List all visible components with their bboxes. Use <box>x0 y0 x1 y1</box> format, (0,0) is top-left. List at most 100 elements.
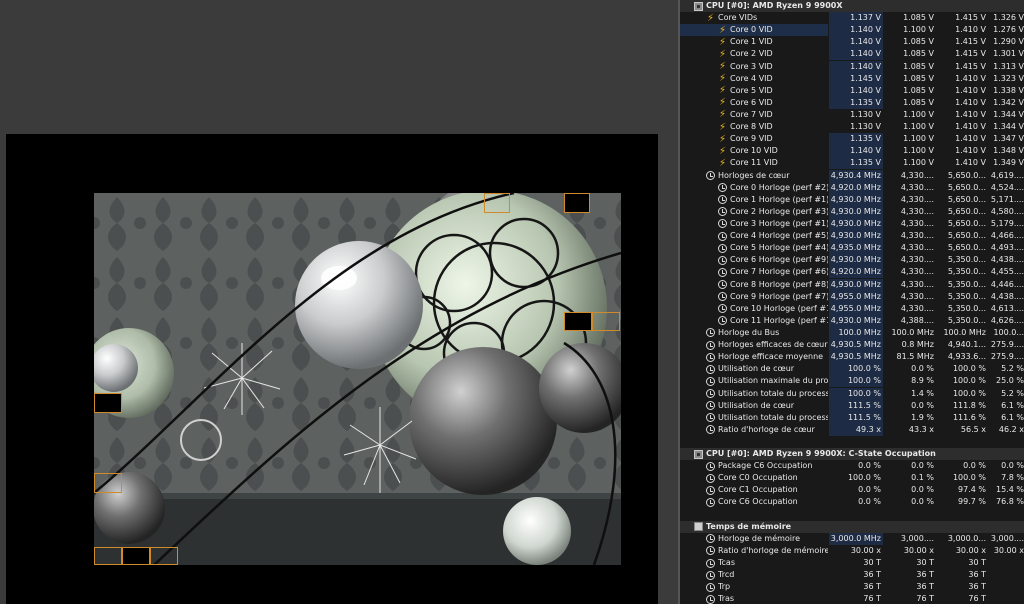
sensor-row[interactable]: ⚡ Core 0 VID 1.140 V 1.100 V 1.410 V 1.276 V <box>680 24 1024 37</box>
maximum-value: 4,933.6... <box>947 352 986 362</box>
sensor-row[interactable]: Horloge efficace moyenne 4,930.5 MHz 81.5 … <box>680 351 1024 364</box>
sensor-row[interactable]: Core 10 Horloge (perf #11)4,955.0 MHz 4,3… <box>680 302 1024 315</box>
sensor-panel[interactable]: CPU [#0]: AMD Ryzen 9 9900X ⚡ Core VIDs 1.1… <box>678 0 1024 604</box>
minimum-value: 0.0 % <box>911 461 934 471</box>
sensor-row[interactable]: Tcas 30 T 30 T 30 T <box>680 557 1024 569</box>
sensor-name: Core 2 VID <box>730 49 773 59</box>
current-value: 1.130 V <box>850 122 881 132</box>
current-value: 4,930.0 MHz <box>829 217 883 230</box>
average-value: 1.344 V <box>993 122 1024 132</box>
average-value: 25.0 % <box>996 376 1024 386</box>
average-value: 1.313 V <box>993 61 1024 71</box>
current-value: 111.5 % <box>829 399 883 412</box>
voltage-bolt-icon: ⚡ <box>718 73 727 85</box>
sensor-spacer <box>680 435 1024 449</box>
sensor-group-header[interactable]: Temps de mémoire <box>680 520 1024 533</box>
maximum-value: 5,650.0... <box>947 231 986 241</box>
maximum-value: 0.0 % <box>963 461 986 471</box>
current-value: 4,920.0 MHz <box>829 266 883 279</box>
sensor-row[interactable]: Horloge du Bus 100.0 MHz 100.0 MHz 100.0 MH… <box>680 326 1024 339</box>
sensor-name: Core 10 VID <box>730 146 778 156</box>
current-value: 1.140 V <box>829 48 883 61</box>
average-value: 7.8 % <box>1001 473 1024 483</box>
sensor-row[interactable]: Core 5 Horloge (perf #4) 4,935.0 MHz 4,330… <box>680 242 1024 255</box>
sensor-row[interactable]: Core 1 Horloge (perf #1) 4,930.0 MHz 4,330… <box>680 193 1024 206</box>
sensor-row[interactable]: ⚡ Core VIDs 1.137 V 1.085 V 1.415 V 1.326 V <box>680 12 1024 25</box>
sensor-row[interactable]: Core 7 Horloge (perf #6) 4,920.0 MHz 4,330… <box>680 266 1024 279</box>
sensor-row[interactable]: Package C6 Occupation 0.0 % 0.0 % 0.0 % 0.0 … <box>680 460 1024 472</box>
sensor-row[interactable]: ⚡ Core 7 VID 1.130 V 1.100 V 1.410 V 1.344 V <box>680 109 1024 121</box>
sensor-row[interactable]: Core 6 Horloge (perf #9) 4,930.0 MHz 4,330… <box>680 254 1024 267</box>
sensor-row[interactable]: Utilisation de cœur 100.0 % 0.0 % 100.0 % 5.… <box>680 363 1024 376</box>
sensor-row[interactable]: Ratio d'horloge de mémoire 30.00 x 30.00 x… <box>680 545 1024 557</box>
sensor-row[interactable]: ⚡ Core 3 VID 1.140 V 1.085 V 1.415 V 1.313 V <box>680 60 1024 73</box>
current-value: 100.0 % <box>829 375 883 388</box>
sensor-group-header[interactable]: CPU [#0]: AMD Ryzen 9 9900X <box>680 0 1024 13</box>
sensor-row[interactable]: Utilisation maximale du process...100.0 … <box>680 375 1024 388</box>
sensor-row[interactable]: Horloge de mémoire 3,000.0 MHz 3,000.... 3,… <box>680 532 1024 545</box>
minimum-value: 4,330.... <box>900 231 934 241</box>
minimum-value: 30 T <box>916 558 934 568</box>
sensor-name: Core 10 Horloge (perf #11) <box>730 303 828 313</box>
sensor-name: Core 4 Horloge (perf #5) <box>730 231 828 241</box>
clock-icon <box>706 340 715 350</box>
sensor-row[interactable]: Ratio d'horloge de cœur 49.3 x 43.3 x 56.5 … <box>680 423 1024 436</box>
sensor-row[interactable]: Horloges efficaces de cœur 4,930.5 MHz 0.8… <box>680 339 1024 352</box>
sensor-name: Core VIDs <box>718 13 758 23</box>
render-bucket-tile <box>94 393 122 413</box>
minimum-value: 1.100 V <box>903 25 934 35</box>
sensor-row[interactable]: Tras 76 T 76 T 76 T <box>680 593 1024 604</box>
sensor-name: Utilisation totale du processeur <box>718 412 828 422</box>
voltage-bolt-icon: ⚡ <box>718 48 727 60</box>
minimum-value: 0.0 % <box>911 485 934 495</box>
sensor-row[interactable]: Core 2 Horloge (perf #3) 4,930.0 MHz 4,330… <box>680 205 1024 218</box>
sensor-row[interactable]: ⚡ Core 4 VID 1.145 V 1.085 V 1.410 V 1.323 V <box>680 72 1024 85</box>
sensor-name: Core 6 Horloge (perf #9) <box>730 255 828 265</box>
average-value <box>990 557 1024 569</box>
sensor-row[interactable]: ⚡ Core 9 VID 1.135 V 1.100 V 1.410 V 1.347 V <box>680 133 1024 146</box>
sensor-row[interactable]: ⚡ Core 2 VID 1.140 V 1.085 V 1.415 V 1.301 V <box>680 48 1024 61</box>
sensor-row[interactable]: Core 0 Horloge (perf #2) 4,920.0 MHz 4,330… <box>680 181 1024 194</box>
current-value: 100.0 % <box>829 363 883 376</box>
sensor-row[interactable]: Core C0 Occupation 100.0 % 0.1 % 100.0 % 7.8… <box>680 472 1024 484</box>
sensor-row[interactable]: Trcd 36 T 36 T 36 T <box>680 569 1024 581</box>
sensor-row[interactable]: Core 8 Horloge (perf #8) 4,930.0 MHz 4,330… <box>680 278 1024 291</box>
render-bucket-tile <box>94 547 122 565</box>
clock-icon <box>718 231 727 241</box>
minimum-value: 1.085 V <box>903 73 934 83</box>
average-value <box>990 569 1024 581</box>
average-value: 1.323 V <box>993 73 1024 83</box>
sensor-group-header[interactable]: CPU [#0]: AMD Ryzen 9 9900X: C-State Occ… <box>680 448 1024 461</box>
sensor-row[interactable]: Utilisation de cœur 111.5 % 0.0 % 111.8 % 6.… <box>680 399 1024 412</box>
average-value: 275.9.... <box>990 352 1024 362</box>
current-value: 4,930.0 MHz <box>829 254 883 267</box>
clock-icon <box>718 255 727 265</box>
sensor-name: Core 11 Horloge (perf #10) <box>730 315 828 325</box>
sensor-group-title: CPU [#0]: AMD Ryzen 9 9900X: C-State Occ… <box>706 449 936 459</box>
sensor-row[interactable]: ⚡ Core 10 VID 1.140 V 1.100 V 1.410 V 1.348 V <box>680 145 1024 158</box>
sensor-row[interactable]: Core 3 Horloge (perf #1) 4,930.0 MHz 4,330… <box>680 217 1024 230</box>
maximum-value: 5,650.0... <box>947 170 986 180</box>
maximum-value: 5,350.0... <box>947 279 986 289</box>
sensor-row[interactable]: ⚡ Core 5 VID 1.140 V 1.085 V 1.410 V 1.338 V <box>680 84 1024 97</box>
minimum-value: 4,330.... <box>900 206 934 216</box>
sensor-row[interactable]: Core C1 Occupation 0.0 % 0.0 % 97.4 % 15.4 % <box>680 484 1024 496</box>
sensor-row[interactable]: ⚡ Core 6 VID 1.135 V 1.085 V 1.410 V 1.342 V <box>680 96 1024 109</box>
sensor-row[interactable]: Core C6 Occupation 0.0 % 0.0 % 99.7 % 76.8 % <box>680 496 1024 508</box>
sensor-row[interactable]: Utilisation totale du processeur111.5 % 1… <box>680 411 1024 424</box>
sensor-row[interactable]: ⚡ Core 1 VID 1.140 V 1.085 V 1.415 V 1.290 V <box>680 36 1024 49</box>
sensor-name: Core 9 Horloge (perf #7) <box>730 291 828 301</box>
current-value: 1.140 V <box>829 84 883 97</box>
sensor-row[interactable]: Horloges de cœur 4,930.4 MHz 4,330.... 5,65… <box>680 169 1024 182</box>
clock-icon <box>706 352 715 362</box>
render-bucket-tile <box>150 547 178 565</box>
sensor-row[interactable]: Core 9 Horloge (perf #7) 4,955.0 MHz 4,330… <box>680 290 1024 303</box>
sensor-row[interactable]: ⚡ Core 11 VID 1.135 V 1.100 V 1.410 V 1.349 V <box>680 157 1024 170</box>
sensor-row[interactable]: Trp 36 T 36 T 36 T <box>680 581 1024 593</box>
clock-icon <box>706 558 715 568</box>
sensor-row[interactable]: ⚡ Core 8 VID 1.130 V 1.100 V 1.410 V 1.344 V <box>680 121 1024 133</box>
sensor-row[interactable]: Core 4 Horloge (perf #5) 4,930.0 MHz 4,330… <box>680 230 1024 243</box>
sensor-row[interactable]: Utilisation totale du processeur100.0 %1… <box>680 387 1024 400</box>
sensor-row[interactable]: Core 11 Horloge (perf #10)4,930.0 MHz 4,3… <box>680 314 1024 327</box>
current-value: 0.0 % <box>858 497 881 507</box>
